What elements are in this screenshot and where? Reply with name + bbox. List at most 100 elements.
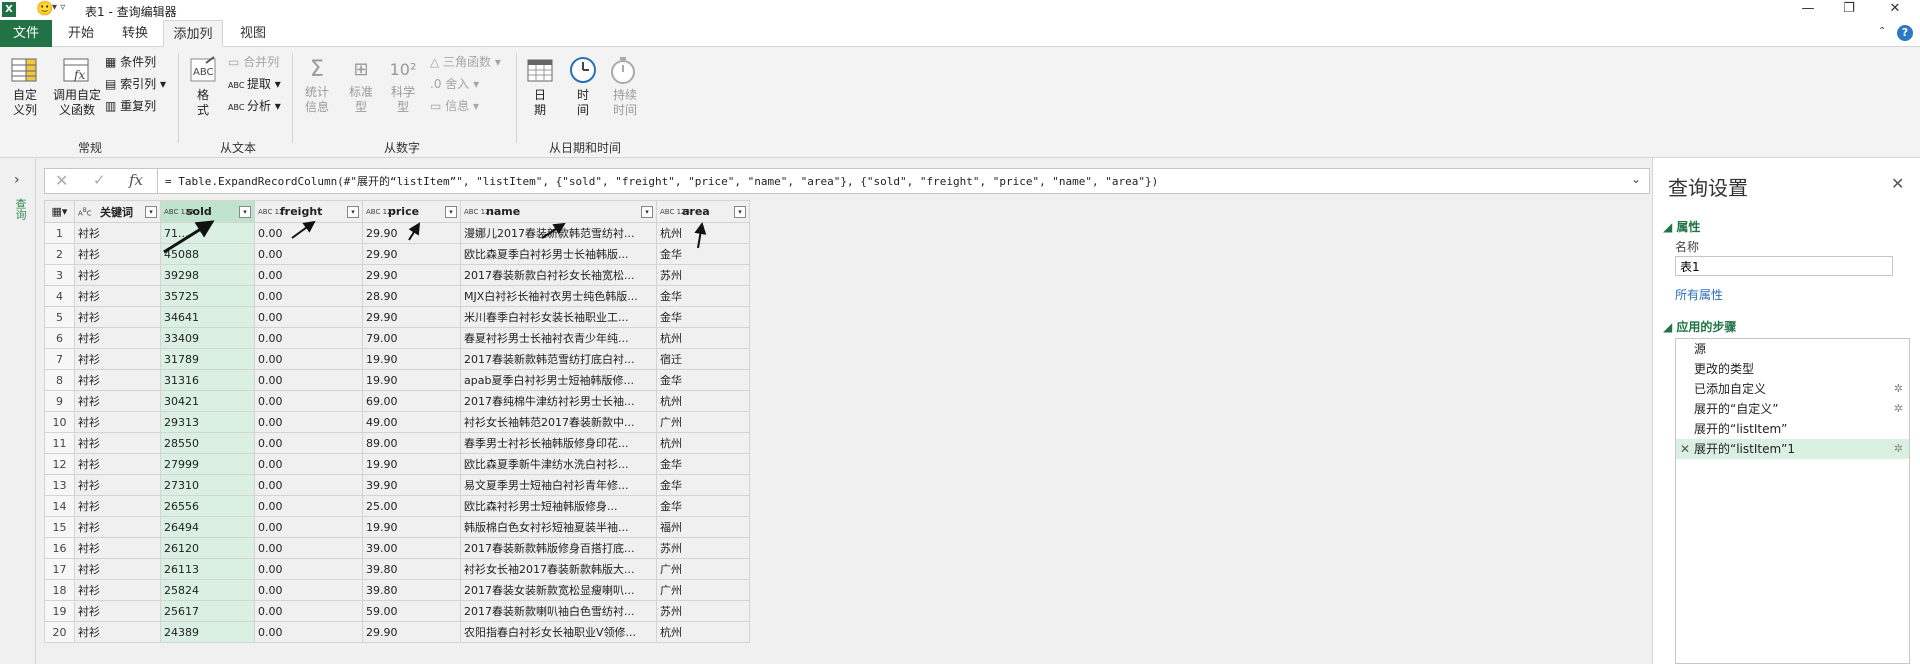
scientific-button[interactable]: 10² 科学 型 xyxy=(388,55,418,115)
area-cell[interactable]: 宿迁 xyxy=(656,348,750,370)
applied-steps-section[interactable]: ◢ 应用的步骤 xyxy=(1663,318,1736,335)
price-cell[interactable]: 29.90 xyxy=(362,222,461,244)
row-number[interactable]: 17 xyxy=(44,558,75,580)
name-cell[interactable]: 2017春装女装新款宽松显瘦喇叭... xyxy=(460,579,657,601)
keyword-cell[interactable]: 衬衫 xyxy=(74,243,161,265)
expand-queries-icon[interactable]: › xyxy=(14,172,20,188)
area-cell[interactable]: 苏州 xyxy=(656,600,750,622)
sold-cell[interactable]: 34641 xyxy=(160,306,255,328)
row-number[interactable]: 15 xyxy=(44,516,75,538)
keyword-cell[interactable]: 衬衫 xyxy=(74,558,161,580)
row-number[interactable]: 20 xyxy=(44,621,75,643)
applied-step-item[interactable]: ✕ 展开的“listItem”1 ✲ xyxy=(1676,439,1909,459)
column-header-freight[interactable]: ABC 123freight ▾ xyxy=(254,200,363,223)
keyword-cell[interactable]: 衬衫 xyxy=(74,432,161,454)
keyword-cell[interactable]: 衬衫 xyxy=(74,621,161,643)
table-row[interactable]: 6 衬衫 33409 0.00 79.00 春夏衬衫男士长袖衬衣青少年纯... 杭州 xyxy=(44,327,750,349)
fx-icon[interactable]: fx xyxy=(129,171,143,189)
area-cell[interactable]: 杭州 xyxy=(656,621,750,643)
sold-cell[interactable]: 30421 xyxy=(160,390,255,412)
freight-cell[interactable]: 0.00 xyxy=(254,348,363,370)
price-cell[interactable]: 29.90 xyxy=(362,306,461,328)
price-cell[interactable]: 29.90 xyxy=(362,264,461,286)
name-cell[interactable]: 韩版棉白色女衬衫短袖夏装半袖... xyxy=(460,516,657,538)
name-cell[interactable]: 欧比森衬衫男士短袖韩版修身... xyxy=(460,495,657,517)
delete-step-icon[interactable]: ✕ xyxy=(1680,439,1690,459)
restore-icon[interactable]: ❐ xyxy=(1826,0,1872,20)
price-cell[interactable]: 29.90 xyxy=(362,243,461,265)
freight-cell[interactable]: 0.00 xyxy=(254,243,363,265)
name-cell[interactable]: 易文夏季男士短袖白衬衫青年修... xyxy=(460,474,657,496)
merge-columns-button[interactable]: ▭ 合并列 xyxy=(228,53,279,71)
smiley-feedback-icon[interactable]: 🙂 xyxy=(36,1,53,17)
table-row[interactable]: 4 衬衫 35725 0.00 28.90 MJX白衬衫长袖衬衣男士纯色韩版... 金华 xyxy=(44,285,750,307)
table-row[interactable]: 3 衬衫 39298 0.00 29.90 2017春装新款白衬衫女长袖宽松... 苏州 xyxy=(44,264,750,286)
name-cell[interactable]: MJX白衬衫长袖衬衣男士纯色韩版... xyxy=(460,285,657,307)
price-cell[interactable]: 19.90 xyxy=(362,516,461,538)
area-cell[interactable]: 苏州 xyxy=(656,264,750,286)
freight-cell[interactable]: 0.00 xyxy=(254,474,363,496)
tab-add-column[interactable]: 添加列 xyxy=(163,20,223,47)
freight-cell[interactable]: 0.00 xyxy=(254,495,363,517)
quick-access-dropdown-icon[interactable]: ▾ ▿ xyxy=(52,2,65,13)
sold-cell[interactable]: 26120 xyxy=(160,537,255,559)
area-cell[interactable]: 福州 xyxy=(656,516,750,538)
row-number[interactable]: 13 xyxy=(44,474,75,496)
price-cell[interactable]: 49.00 xyxy=(362,411,461,433)
table-row[interactable]: 10 衬衫 29313 0.00 49.00 衬衫女长袖韩范2017春装新款中... 广州 xyxy=(44,411,750,433)
area-cell[interactable]: 金华 xyxy=(656,285,750,307)
expand-formula-icon[interactable]: ⌄ xyxy=(1631,172,1641,186)
area-cell[interactable]: 金华 xyxy=(656,474,750,496)
table-row[interactable]: 18 衬衫 25824 0.00 39.80 2017春装女装新款宽松显瘦喇叭... 广州 xyxy=(44,579,750,601)
sold-cell[interactable]: 31316 xyxy=(160,369,255,391)
sold-cell[interactable]: 25617 xyxy=(160,600,255,622)
table-row[interactable]: 14 衬衫 26556 0.00 25.00 欧比森衬衫男士短袖韩版修身... 金华 xyxy=(44,495,750,517)
price-cell[interactable]: 19.90 xyxy=(362,348,461,370)
price-cell[interactable]: 19.90 xyxy=(362,369,461,391)
sold-cell[interactable]: 24389 xyxy=(160,621,255,643)
name-cell[interactable]: 衬衫女长袖2017春装新款韩版大... xyxy=(460,558,657,580)
all-properties-link[interactable]: 所有属性 xyxy=(1675,286,1723,303)
name-cell[interactable]: 2017春装新款喇叭袖白色雪纺衬... xyxy=(460,600,657,622)
tab-file[interactable]: 文件 xyxy=(0,20,52,47)
conditional-column-button[interactable]: ▦ 条件列 xyxy=(105,53,156,71)
row-number[interactable]: 9 xyxy=(44,390,75,412)
freight-cell[interactable]: 0.00 xyxy=(254,285,363,307)
close-window-icon[interactable]: ✕ xyxy=(1872,0,1918,20)
keyword-cell[interactable]: 衬衫 xyxy=(74,453,161,475)
sold-cell[interactable]: 26494 xyxy=(160,516,255,538)
name-cell[interactable]: 2017春纯棉牛津纺衬衫男士长袖... xyxy=(460,390,657,412)
statistics-button[interactable]: Σ 统计 信息 xyxy=(302,55,332,115)
price-cell[interactable]: 79.00 xyxy=(362,327,461,349)
name-cell[interactable]: 2017春装新款白衬衫女长袖宽松... xyxy=(460,264,657,286)
filter-dropdown-icon[interactable]: ▾ xyxy=(641,206,653,218)
name-cell[interactable]: 2017春装新款韩范雪纺打底白衬... xyxy=(460,348,657,370)
custom-column-button[interactable]: 自定 义列 xyxy=(10,55,40,118)
keyword-cell[interactable]: 衬衫 xyxy=(74,600,161,622)
table-row[interactable]: 9 衬衫 30421 0.00 69.00 2017春纯棉牛津纺衬衫男士长袖... 杭州 xyxy=(44,390,750,412)
row-number[interactable]: 2 xyxy=(44,243,75,265)
name-cell[interactable]: 欧比森夏季白衬衫男士长袖韩版... xyxy=(460,243,657,265)
area-cell[interactable]: 杭州 xyxy=(656,390,750,412)
sold-cell[interactable]: 27310 xyxy=(160,474,255,496)
row-number[interactable]: 3 xyxy=(44,264,75,286)
duplicate-column-button[interactable]: ▥ 重复列 xyxy=(105,97,156,115)
freight-cell[interactable]: 0.00 xyxy=(254,579,363,601)
freight-cell[interactable]: 0.00 xyxy=(254,306,363,328)
area-cell[interactable]: 广州 xyxy=(656,411,750,433)
name-cell[interactable]: 衬衫女长袖韩范2017春装新款中... xyxy=(460,411,657,433)
filter-dropdown-icon[interactable]: ▾ xyxy=(734,206,746,218)
name-cell[interactable]: 春夏衬衫男士长袖衬衣青少年纯... xyxy=(460,327,657,349)
area-cell[interactable]: 苏州 xyxy=(656,537,750,559)
applied-step-item[interactable]: 更改的类型 xyxy=(1676,359,1909,379)
applied-step-item[interactable]: 展开的“自定义” ✲ xyxy=(1676,399,1909,419)
table-row[interactable]: 15 衬衫 26494 0.00 19.90 韩版棉白色女衬衫短袖夏装半袖... 福州 xyxy=(44,516,750,538)
freight-cell[interactable]: 0.00 xyxy=(254,369,363,391)
keyword-cell[interactable]: 衬衫 xyxy=(74,411,161,433)
keyword-cell[interactable]: 衬衫 xyxy=(74,222,161,244)
price-cell[interactable]: 19.90 xyxy=(362,453,461,475)
table-row[interactable]: 2 衬衫 45088 0.00 29.90 欧比森夏季白衬衫男士长袖韩版... 金华 xyxy=(44,243,750,265)
price-cell[interactable]: 59.00 xyxy=(362,600,461,622)
row-number[interactable]: 6 xyxy=(44,327,75,349)
row-number[interactable]: 16 xyxy=(44,537,75,559)
